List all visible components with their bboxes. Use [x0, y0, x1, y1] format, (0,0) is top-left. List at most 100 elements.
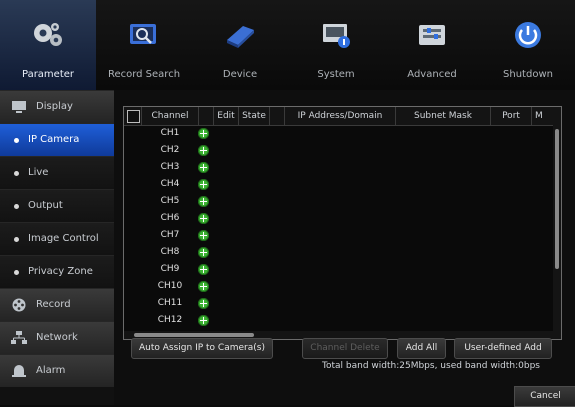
col-channel: Channel — [142, 107, 199, 125]
sidebar-item-live[interactable]: Live — [0, 156, 114, 189]
nav-device-label: Device — [222, 69, 258, 80]
add-channel-icon[interactable] — [198, 196, 209, 207]
table-row[interactable]: CH12 — [124, 313, 555, 328]
sidebar-item-record[interactable]: Record — [0, 288, 114, 321]
channel-label: CH5 — [160, 196, 180, 206]
ip-camera-table: Channel Edit State IP Address/Domain Sub… — [123, 106, 562, 340]
sidebar-item-output[interactable]: Output — [0, 189, 114, 222]
vertical-scroll-thumb[interactable] — [555, 129, 559, 269]
sidebar-item-label: Record — [36, 299, 71, 310]
bullet-icon — [14, 270, 19, 275]
select-all-cell — [124, 107, 142, 125]
channel-label: CH1 — [160, 128, 180, 138]
table-row[interactable]: CH11 — [124, 296, 555, 311]
sidebar-item-label: Alarm — [36, 365, 66, 376]
sidebar: Display IP Camera Live Output Image Cont… — [0, 90, 114, 405]
channel-label: CH4 — [160, 179, 180, 189]
bullet-icon — [14, 237, 19, 242]
sidebar-item-image-control[interactable]: Image Control — [0, 222, 114, 255]
table-row[interactable]: CH5 — [124, 194, 555, 209]
nav-system[interactable]: System — [288, 0, 384, 90]
channel-label: CH3 — [160, 162, 180, 172]
channel-label: CH7 — [160, 230, 180, 240]
table-row[interactable]: CH6 — [124, 211, 555, 226]
channel-label: CH6 — [160, 213, 180, 223]
nav-advanced-label: Advanced — [407, 69, 457, 80]
add-all-button[interactable]: Add All — [397, 338, 446, 359]
nav-shutdown-label: Shutdown — [503, 69, 553, 80]
select-all-checkbox[interactable] — [127, 110, 140, 123]
bullet-icon — [14, 171, 19, 176]
top-navigation: Parameter Record Search Device System Ad… — [0, 0, 575, 93]
nav-device[interactable]: Device — [192, 0, 288, 90]
network-icon — [11, 331, 27, 344]
advanced-settings-icon — [419, 25, 445, 45]
hard-disk-icon — [227, 26, 254, 48]
channel-label: CH10 — [157, 281, 183, 291]
col-spacer — [270, 107, 285, 125]
add-channel-icon[interactable] — [198, 298, 209, 309]
vertical-scrollbar[interactable] — [553, 107, 561, 339]
sidebar-item-label: Display — [36, 101, 73, 112]
add-channel-icon[interactable] — [198, 213, 209, 224]
nav-record-search-label: Record Search — [107, 69, 181, 80]
table-row[interactable]: CH4 — [124, 177, 555, 192]
col-state: State — [239, 107, 270, 125]
table-row[interactable]: CH3 — [124, 160, 555, 175]
nav-system-label: System — [317, 69, 355, 80]
system-info-icon — [323, 24, 350, 48]
sidebar-item-alarm[interactable]: Alarm — [0, 354, 114, 387]
ip-camera-panel: Channel Edit State IP Address/Domain Sub… — [114, 90, 575, 407]
table-row[interactable]: CH8 — [124, 245, 555, 260]
add-channel-icon[interactable] — [198, 145, 209, 156]
sidebar-item-network[interactable]: Network — [0, 321, 114, 354]
channel-label: CH8 — [160, 247, 180, 257]
add-channel-icon[interactable] — [198, 162, 209, 173]
channel-delete-button[interactable]: Channel Delete — [302, 338, 388, 359]
add-channel-icon[interactable] — [198, 264, 209, 275]
add-channel-icon[interactable] — [198, 230, 209, 241]
horizontal-scroll-thumb[interactable] — [134, 333, 254, 337]
table-row[interactable]: CH2 — [124, 143, 555, 158]
col-add — [199, 107, 214, 125]
bullet-icon — [14, 204, 19, 209]
record-search-icon — [130, 24, 156, 44]
col-subnet-mask: Subnet Mask — [396, 107, 491, 125]
alarm-bell-icon — [12, 365, 26, 377]
sidebar-item-label: Live — [28, 167, 49, 178]
cancel-button[interactable]: Cancel — [514, 386, 575, 407]
auto-assign-ip-button[interactable]: Auto Assign IP to Camera(s) — [131, 338, 273, 359]
nav-parameter-label: Parameter — [21, 69, 75, 80]
user-defined-add-button[interactable]: User-defined Add — [454, 338, 552, 359]
nav-shutdown[interactable]: Shutdown — [480, 0, 575, 90]
channel-label: CH9 — [160, 264, 180, 274]
nav-advanced[interactable]: Advanced — [384, 0, 480, 90]
channel-label: CH12 — [157, 315, 183, 325]
film-reel-icon — [12, 298, 26, 312]
table-row[interactable]: CH9 — [124, 262, 555, 277]
gears-icon — [34, 23, 62, 46]
sidebar-item-ip-camera[interactable]: IP Camera — [0, 123, 114, 156]
nav-parameter[interactable]: Parameter — [0, 0, 96, 93]
table-row[interactable]: CH10 — [124, 279, 555, 294]
add-channel-icon[interactable] — [198, 128, 209, 139]
add-channel-icon[interactable] — [198, 247, 209, 258]
sidebar-item-display[interactable]: Display — [0, 90, 114, 123]
sidebar-item-label: Image Control — [28, 233, 99, 244]
add-channel-icon[interactable] — [198, 281, 209, 292]
nvr-settings-window: Parameter Record Search Device System Ad… — [0, 0, 575, 407]
nav-record-search[interactable]: Record Search — [96, 0, 192, 90]
sidebar-item-label: Privacy Zone — [28, 266, 93, 277]
monitor-icon — [12, 101, 26, 113]
bandwidth-status: Total band width:25Mbps, used band width… — [322, 361, 540, 371]
sidebar-item-privacy-zone[interactable]: Privacy Zone — [0, 255, 114, 288]
add-channel-icon[interactable] — [198, 315, 209, 326]
table-row[interactable]: CH7 — [124, 228, 555, 243]
channel-label: CH11 — [157, 298, 183, 308]
add-channel-icon[interactable] — [198, 179, 209, 190]
sidebar-item-label: Network — [36, 332, 78, 343]
table-header: Channel Edit State IP Address/Domain Sub… — [124, 107, 561, 126]
col-edit: Edit — [214, 107, 239, 125]
channel-label: CH2 — [160, 145, 180, 155]
table-row[interactable]: CH1 — [124, 126, 555, 141]
